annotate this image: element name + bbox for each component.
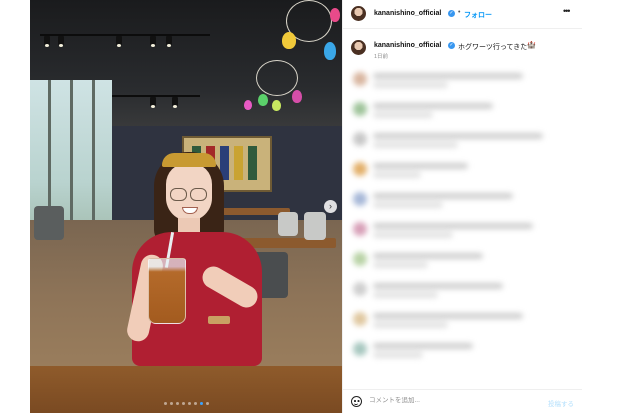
carousel-dot [205,402,209,405]
track-rail [40,34,210,36]
mobile-wire [256,60,298,96]
chevron-right-icon: › [329,201,332,211]
bulb [258,94,268,106]
next-image-button[interactable]: › [324,200,337,213]
glasses [170,188,187,201]
carousel-dot [181,402,185,405]
follow-button[interactable]: フォロー [464,10,492,20]
comment-avatar [353,102,367,116]
comment-line [373,202,443,208]
comment-avatar [353,252,367,266]
comment-line [373,223,533,229]
spotlight [150,97,156,108]
comment-line [373,343,473,349]
comment-line [373,352,423,358]
comment-input[interactable] [369,397,529,404]
post-modal: › kananishino_official ✓ • フォロー ••• kana… [30,0,582,413]
comment-line [373,163,468,169]
comment-line [373,193,513,199]
bulb [292,90,302,103]
cafe-chair [34,206,64,240]
verified-badge-icon: ✓ [448,10,455,17]
comment-bar: 投稿する [343,389,582,413]
comment-line [373,112,433,118]
wristwatch [208,316,230,324]
comment-avatar [353,342,367,356]
comment-avatar [353,222,367,236]
spotlight [58,36,64,47]
bulb [272,100,281,111]
spotlight [150,36,156,47]
comment-line [373,172,421,178]
cafe-chair [278,212,298,236]
comment-line [373,142,458,148]
comment-line [373,133,543,139]
caption-username[interactable]: kananishino_official [374,42,441,49]
comment-line [373,253,483,259]
blurred-comments [343,66,582,376]
caption-text: ホグワーツ行ってきた [458,44,528,51]
header-username[interactable]: kananishino_official [374,10,441,17]
caption-avatar[interactable] [351,40,366,55]
comment-avatar [353,72,367,86]
comment-avatar [353,132,367,146]
bulb [244,100,252,110]
comment-line [373,262,428,268]
spotlight [166,36,172,47]
comment-line [373,82,448,88]
more-options-icon[interactable]: ••• [563,6,571,16]
post-photo[interactable]: › [30,0,342,413]
comment-line [373,232,453,238]
header-separator: • [458,9,461,16]
comment-line [373,322,448,328]
carousel-dot [193,402,197,405]
comment-avatar [353,162,367,176]
post-sidebar: kananishino_official ✓ • フォロー ••• kanani… [342,0,582,413]
comment-line [373,103,493,109]
spotlight [116,36,122,47]
bulb [282,32,296,49]
comment-avatar [353,282,367,296]
person-headband [162,153,216,167]
carousel-indicator [30,402,342,408]
carousel-dot [187,402,191,405]
post-header: kananishino_official ✓ • フォロー ••• [343,0,582,29]
bulb [324,42,336,60]
spotlight [172,97,178,108]
post-comment-button[interactable]: 投稿する [548,398,574,408]
comment-avatar [353,312,367,326]
verified-badge-icon: ✓ [448,42,455,49]
spotlight [44,36,50,47]
carousel-dot [169,402,173,405]
glasses [190,188,207,201]
cafe-chair [304,212,326,240]
carousel-dot [163,402,167,405]
iced-tea-cup [148,258,186,324]
emoji-smiley-icon[interactable] [351,396,362,407]
castle-emoji: 🏰 [527,42,536,49]
carousel-dot [175,402,179,405]
comment-line [373,73,523,79]
comment-line [373,292,438,298]
post-time[interactable]: 1日前 [374,52,388,60]
comment-line [373,283,503,289]
avatar[interactable] [351,6,366,21]
comment-line [373,313,523,319]
bulb [330,8,340,22]
carousel-dot [199,402,203,405]
comment-avatar [353,192,367,206]
